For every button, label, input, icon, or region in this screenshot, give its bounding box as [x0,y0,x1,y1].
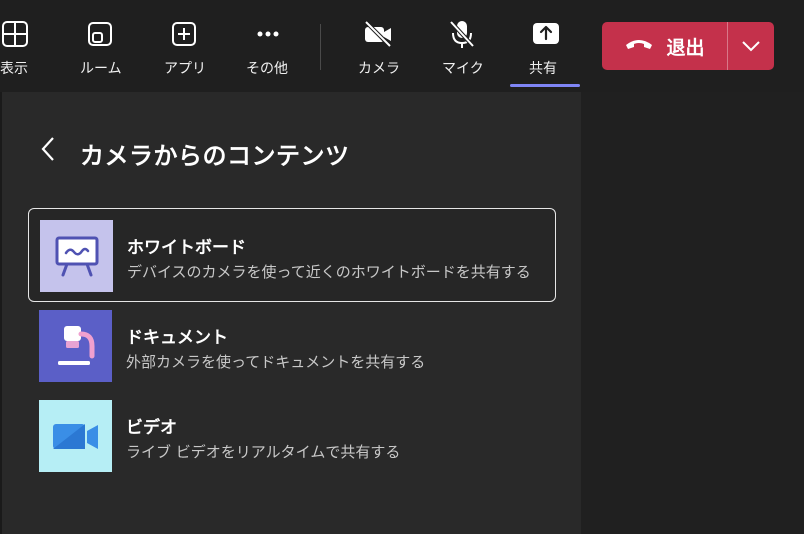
meeting-toolbar: 表示 ルーム アプリ その他 カメラ マイク 共有 退出 [0,0,804,92]
share-active-indicator [510,84,580,87]
option-whiteboard[interactable]: ホワイトボード デバイスのカメラを使って近くのホワイトボードを共有する [28,208,556,302]
more-label: その他 [246,61,288,77]
camera-label: カメラ [358,61,400,77]
share-button[interactable]: 共有 [524,0,568,90]
option-document-description: 外部カメラを使ってドキュメントを共有する [126,353,426,371]
chevron-down-icon [741,37,761,56]
add-app-icon [168,18,200,50]
toolbar-divider [320,24,321,70]
mic-off-icon [446,18,478,50]
back-button[interactable] [36,137,60,165]
share-icon [530,18,562,50]
option-document[interactable]: ドキュメント 外部カメラを使ってドキュメントを共有する [28,299,556,393]
panel-title: カメラからのコンテンツ [80,142,350,170]
document-camera-icon [39,310,112,382]
option-video[interactable]: ビデオ ライブ ビデオをリアルタイムで共有する [28,389,556,483]
leave-button-group: 退出 [602,22,774,70]
share-label: 共有 [529,61,557,77]
mic-button[interactable]: マイク [440,0,484,90]
grid-view-icon [0,18,31,50]
apps-button[interactable]: アプリ [162,0,206,90]
leave-options-button[interactable] [728,22,774,70]
rooms-label: ルーム [80,61,122,77]
more-icon [252,18,284,50]
apps-label: アプリ [164,61,206,77]
option-video-description: ライブ ビデオをリアルタイムで共有する [126,443,401,461]
view-button[interactable]: 表示 [0,0,40,90]
leave-button[interactable]: 退出 [602,22,727,70]
panel-edge [0,92,2,534]
whiteboard-icon [40,220,113,292]
hang-up-icon [624,36,654,56]
option-whiteboard-description: デバイスのカメラを使って近くのホワイトボードを共有する [127,263,531,281]
camera-off-icon [362,18,394,50]
option-whiteboard-title: ホワイトボード [127,238,246,258]
leave-label: 退出 [666,36,705,59]
meeting-stage [581,92,804,534]
video-camera-icon [39,400,112,472]
option-video-title: ビデオ [126,418,177,438]
view-label: 表示 [0,61,28,77]
mic-label: マイク [442,61,484,77]
rooms-button[interactable]: ルーム [78,0,122,90]
breakout-rooms-icon [84,18,116,50]
camera-button[interactable]: カメラ [356,0,400,90]
more-button[interactable]: その他 [244,0,292,90]
option-document-title: ドキュメント [126,328,228,348]
chevron-left-icon [40,136,56,166]
